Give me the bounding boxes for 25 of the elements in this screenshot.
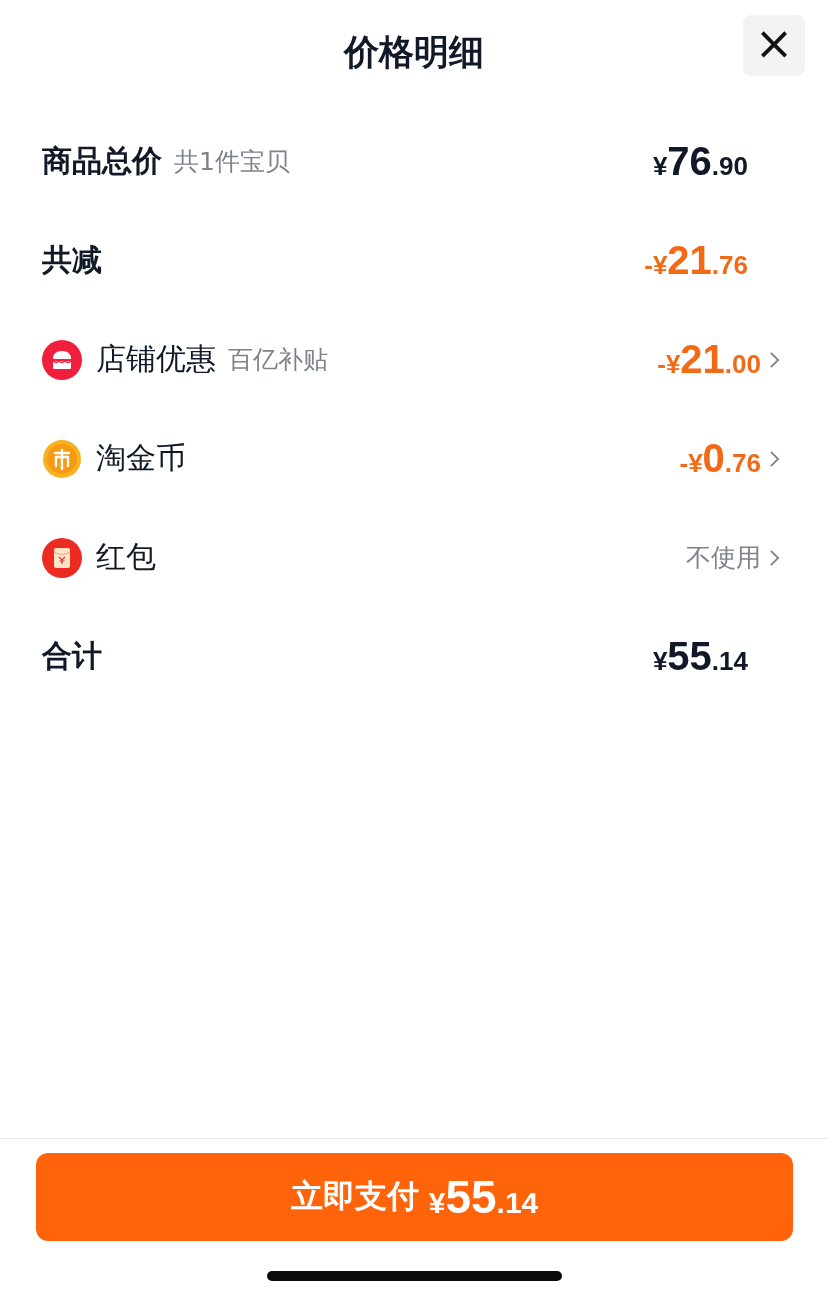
price-amount: ¥55.14 xyxy=(652,634,748,679)
price-amount: ¥76.90 xyxy=(652,139,748,184)
row-label: 淘金币 xyxy=(96,439,186,477)
discount-amount: -¥0.76 xyxy=(679,436,761,481)
detail-row[interactable]: 店铺优惠 百亿补贴 -¥21.00 xyxy=(0,310,828,409)
chevron-icon xyxy=(769,548,780,567)
chevron-icon xyxy=(769,449,780,468)
sheet-title: 价格明细 xyxy=(344,30,484,74)
row-label: 店铺优惠 xyxy=(96,340,216,378)
discount-amount: -¥21.76 xyxy=(644,238,748,283)
row-note: 百亿补贴 xyxy=(228,344,328,376)
row-note: 共1件宝贝 xyxy=(174,146,290,178)
row-label: 红包 xyxy=(96,538,156,576)
detail-row[interactable]: 红包 不使用 xyxy=(0,508,828,607)
row-label: 商品总价 xyxy=(42,142,162,180)
discount-amount: -¥21.00 xyxy=(657,337,761,382)
value-text: 不使用 xyxy=(686,542,761,574)
row-label: 共减 xyxy=(42,241,102,279)
shop-icon xyxy=(42,339,82,380)
coin-icon xyxy=(42,438,82,479)
close-button[interactable]: × xyxy=(743,15,805,76)
row-label: 合计 xyxy=(42,637,102,675)
chevron-icon xyxy=(769,350,780,369)
detail-row[interactable]: 淘金币 -¥0.76 xyxy=(0,409,828,508)
envelope-icon xyxy=(42,537,82,578)
